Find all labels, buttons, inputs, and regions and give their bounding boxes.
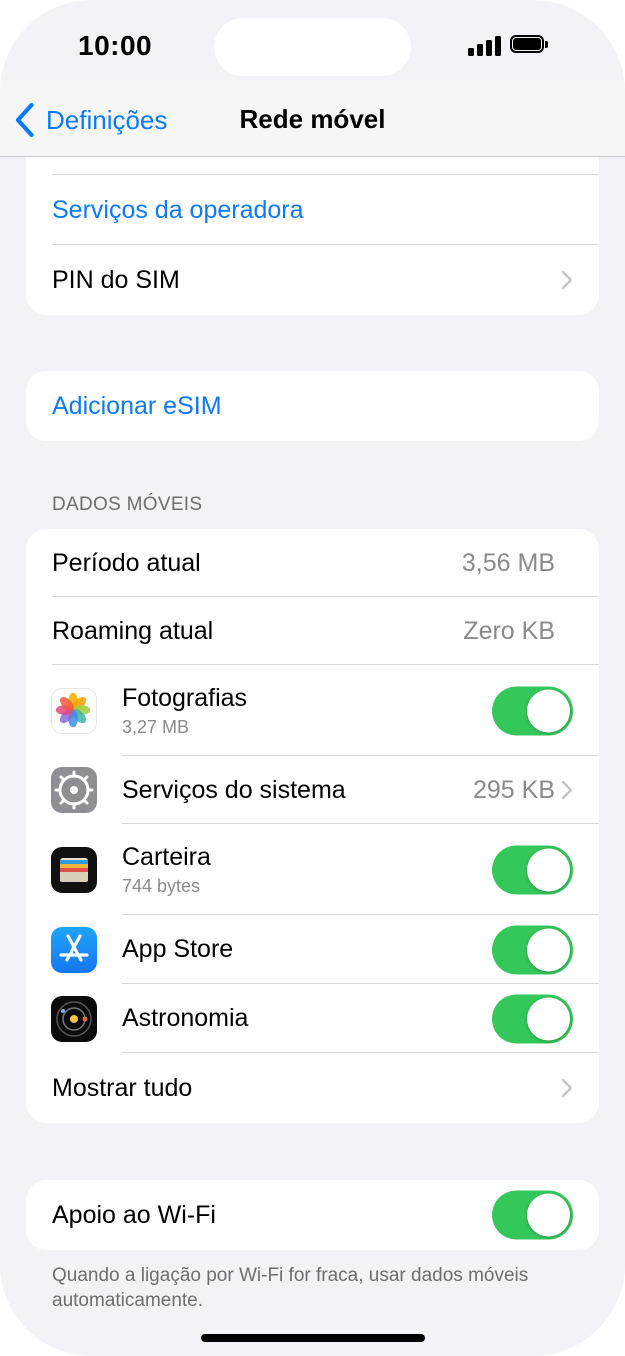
app-name: Astronomia: [122, 1004, 249, 1032]
app-name: Fotografias: [122, 683, 248, 712]
status-time: 10:00: [78, 30, 153, 61]
current-roaming-value: Zero KB: [463, 616, 555, 645]
wifi-assist-label: Apoio ao Wi-Fi: [52, 1200, 216, 1229]
system-services-value: 295 KB: [472, 775, 555, 804]
chevron-right-icon: [561, 780, 573, 800]
chevron-right-icon: [561, 270, 573, 290]
app-usage: 3,27 MB: [122, 716, 190, 737]
chevron-right-icon: [561, 1078, 573, 1098]
wifi-assist-toggle[interactable]: [492, 1190, 573, 1240]
astronomy-icon: [51, 995, 97, 1042]
app-name: App Store: [122, 935, 234, 963]
current-period-label: Período atual: [52, 548, 201, 577]
dynamic-island: [214, 18, 411, 76]
carrier-group: Serviços da operadora PIN do SIM: [26, 157, 599, 315]
cellular-signal-icon: [468, 36, 502, 56]
wifi-assist-row: Apoio ao Wi-Fi: [26, 1180, 599, 1250]
app-row-wallet: Carteira 744 bytes: [26, 824, 599, 915]
wifi-assist-footer: Quando a ligação por Wi-Fi for fraca, us…: [52, 1265, 529, 1311]
show-all-row[interactable]: Mostrar tudo: [26, 1053, 599, 1123]
app-row-photos: Fotografias 3,27 MB: [26, 665, 599, 756]
show-all-label: Mostrar tudo: [52, 1073, 193, 1102]
app-text-photos: Fotografias 3,27 MB: [122, 684, 247, 738]
app-store-icon: [51, 926, 97, 973]
sim-pin-label: PIN do SIM: [52, 265, 180, 294]
wifi-assist-group: Apoio ao Wi-Fi: [26, 1180, 599, 1250]
status-bar: 10:00: [0, 0, 625, 80]
home-indicator[interactable]: [201, 1334, 425, 1342]
esim-group: Adicionar eSIM: [26, 371, 599, 441]
app-text-astronomy: Astronomia: [122, 1004, 248, 1033]
app-text-system-services: Serviços do sistema: [122, 776, 346, 805]
current-roaming-row: Roaming atual Zero KB: [26, 597, 599, 665]
wallet-toggle[interactable]: [492, 845, 573, 894]
wallet-icon: [51, 846, 97, 893]
app-name: Carteira: [122, 842, 211, 871]
add-esim-label: Adicionar eSIM: [52, 391, 222, 420]
app-store-toggle[interactable]: [492, 925, 573, 974]
add-esim-row[interactable]: Adicionar eSIM: [26, 371, 599, 441]
mobile-data-group: Período atual 3,56 MB Roaming atual Zero…: [26, 529, 599, 1123]
app-row-astronomy: Astronomia: [26, 984, 599, 1053]
photos-toggle[interactable]: [492, 686, 573, 735]
app-row-system-services[interactable]: Serviços do sistema 295 KB: [26, 756, 599, 824]
current-period-row: Período atual 3,56 MB: [26, 529, 599, 597]
mobile-data-header: DADOS MÓVEIS: [52, 494, 203, 515]
app-usage: 744 bytes: [122, 875, 201, 896]
app-name: Serviços do sistema: [122, 775, 346, 804]
app-row-app-store: App Store: [26, 915, 599, 984]
sim-pin-row[interactable]: PIN do SIM: [26, 245, 599, 315]
astronomy-toggle[interactable]: [492, 994, 573, 1043]
app-text-wallet: Carteira 744 bytes: [122, 843, 211, 897]
current-period-value: 3,56 MB: [461, 548, 555, 577]
battery-icon: [510, 35, 548, 55]
photos-icon: [51, 687, 97, 734]
current-roaming-label: Roaming atual: [52, 616, 214, 645]
app-text-app-store: App Store: [122, 935, 233, 964]
navigation-bar: Definições Rede móvel: [0, 80, 625, 157]
carrier-services-label: Serviços da operadora: [52, 195, 304, 224]
page-title: Rede móvel: [239, 104, 386, 134]
phone-screen: 10:00 Definições Rede móvel Serviços da …: [0, 0, 625, 1356]
settings-gear-icon: [51, 767, 97, 813]
carrier-services-row[interactable]: Serviços da operadora: [26, 175, 599, 245]
